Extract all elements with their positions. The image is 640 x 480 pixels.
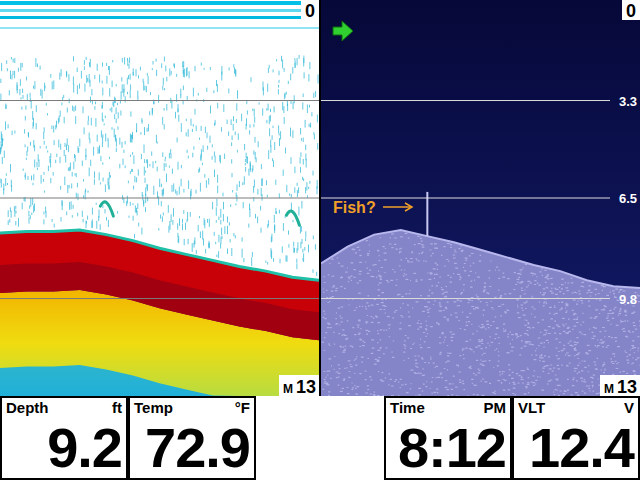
depth-top-label: 0 <box>305 1 315 21</box>
readout-box: VLT V 12.4 <box>512 396 640 480</box>
readout-value: 9.2 <box>2 420 126 478</box>
depth-label: 6.5 <box>619 191 637 206</box>
sonar-panel: 0 M13 <box>0 0 319 396</box>
sonar-screen: 0M13 3.36.59.8Fish?0M13 Depthft9.2Temp°F… <box>0 0 640 480</box>
readout-box: Time PM 8:12 <box>384 396 512 480</box>
readout-value: 8:12 <box>386 420 510 478</box>
readout-unit: V <box>624 399 634 416</box>
fish-arch <box>286 211 299 225</box>
pointer-arrow-icon <box>383 203 412 211</box>
readout-label: Depth <box>6 399 49 416</box>
bottom-return <box>0 230 319 396</box>
fish-annotation: Fish? <box>333 199 376 216</box>
range-indicator: M13 <box>279 375 319 396</box>
readout-box: Depth ft 9.2 <box>0 396 128 480</box>
readout-spacer <box>256 396 384 480</box>
depth-label: 3.3 <box>619 94 637 109</box>
mode-label: M <box>283 382 293 396</box>
depth-top-label: 0 <box>626 1 636 21</box>
readout-bar: Depth ft 9.2 Temp °F 72.9 Time PM 8:12 VLT V 12.4 <box>0 396 640 480</box>
depth-scale-top: 0 <box>622 0 640 21</box>
readout-value: 12.4 <box>514 420 638 478</box>
readout-box: Temp °F 72.9 <box>128 396 256 480</box>
depth-label: 9.8 <box>619 292 637 307</box>
fish-streak <box>426 192 428 236</box>
down-imaging-chart: 3.3 6.5 9.8 Fish? 0 M13 <box>321 0 640 396</box>
depth-grid-line <box>0 198 319 199</box>
readout-value: 72.9 <box>130 420 254 478</box>
surface-clutter <box>0 1 319 29</box>
range-indicator: M13 <box>600 375 640 396</box>
range-label: 13 <box>617 377 637 396</box>
bottom-terrain <box>321 230 640 396</box>
down-imaging-panel: 3.3 6.5 9.8 Fish? 0 M13 <box>321 0 640 396</box>
depth-scale-top: 0 <box>301 0 319 21</box>
depth-line <box>321 100 610 101</box>
sonar-chart: 0 M13 <box>0 0 319 396</box>
readout-label: VLT <box>518 399 545 416</box>
readout-unit: °F <box>235 399 250 416</box>
fish-arch <box>100 202 113 216</box>
readout-label: Temp <box>134 399 173 416</box>
mode-label: M <box>604 382 614 396</box>
sonar-views: 0M13 3.36.59.8Fish?0M13 <box>0 0 640 396</box>
depth-grid-line <box>0 298 319 299</box>
readout-unit: PM <box>484 399 507 416</box>
readout-unit: ft <box>112 399 122 416</box>
range-label: 13 <box>296 377 316 396</box>
play-arrow-icon <box>333 21 353 41</box>
readout-label: Time <box>390 399 425 416</box>
depth-grid-line <box>0 100 319 101</box>
depth-line <box>321 298 610 299</box>
